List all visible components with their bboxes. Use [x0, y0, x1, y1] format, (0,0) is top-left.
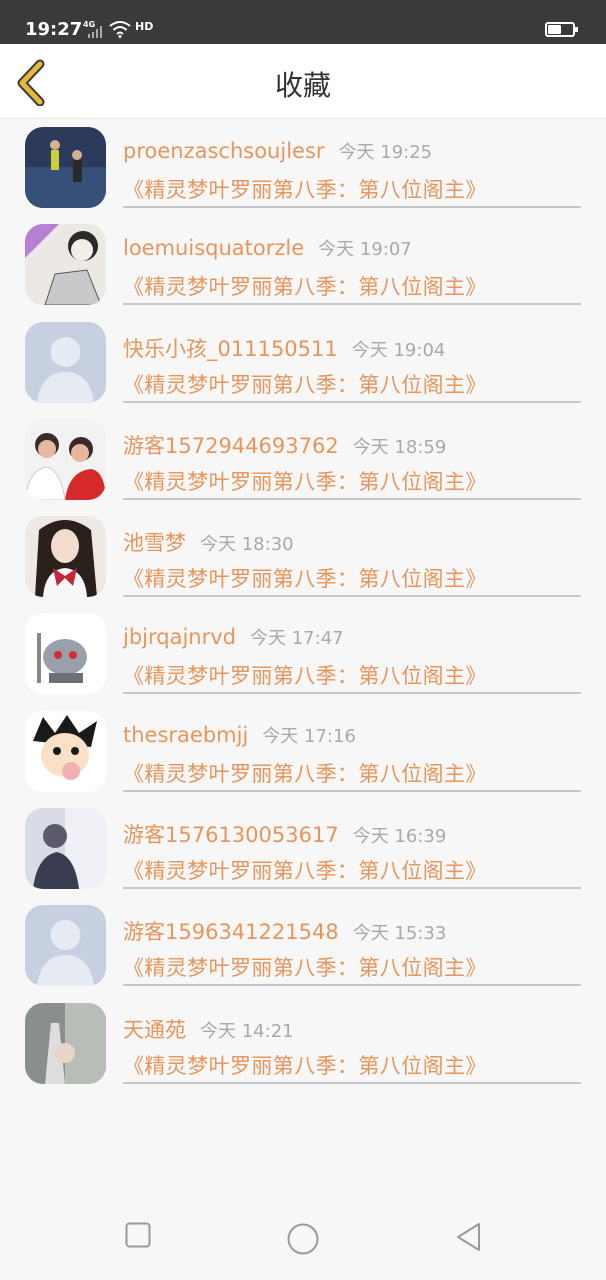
divider: [123, 206, 581, 208]
book-title[interactable]: 《精灵梦叶罗丽第八季：第八位阁主》: [123, 466, 487, 496]
timestamp: 今天 17:16: [262, 725, 356, 747]
timestamp: 今天 18:59: [352, 436, 447, 458]
user-name: loemuisquatorzle 今天 19:07: [123, 236, 412, 261]
photo-avatar-icon: [25, 127, 106, 208]
list-item[interactable]: 游客1576130053617 今天 16:39 《精灵梦叶罗丽第八季：第八位阁主…: [0, 799, 606, 896]
signal-icon: [88, 26, 102, 38]
timestamp: 今天 16:39: [352, 826, 447, 848]
list-item[interactable]: proenzaschsoujlesr 今天 19:25 《精灵梦叶罗丽第八季：第八…: [0, 118, 606, 215]
list-item[interactable]: 游客1572944693762 今天 18:59 《精灵梦叶罗丽第八季：第八位阁主…: [0, 410, 606, 507]
user-name: 天通苑 今天 14:21: [123, 1017, 294, 1042]
favorites-list: proenzaschsoujlesr 今天 19:25 《精灵梦叶罗丽第八季：第八…: [0, 118, 606, 1091]
recent-apps-icon[interactable]: [125, 1222, 151, 1248]
divider: [123, 303, 581, 306]
photo-avatar-icon: [25, 1002, 106, 1084]
drawing-avatar-icon: [25, 224, 106, 306]
avatar[interactable]: [25, 321, 106, 403]
divider: [123, 400, 581, 403]
list-item[interactable]: 快乐小孩_011150511 今天 19:04 《精灵梦叶罗丽第八季：第八位阁主》: [0, 313, 606, 410]
avatar[interactable]: [25, 808, 106, 890]
list-item[interactable]: 池雪梦 今天 18:30 《精灵梦叶罗丽第八季：第八位阁主》: [0, 507, 606, 604]
photo-avatar-icon: [25, 808, 106, 890]
user-name: 游客1576130053617 今天 16:39: [123, 823, 447, 848]
default-avatar-icon: [25, 905, 106, 987]
default-avatar-icon: [25, 321, 106, 403]
timestamp: 今天 19:04: [351, 339, 446, 361]
top-bar: 收藏: [0, 44, 606, 119]
avatar[interactable]: [25, 516, 106, 598]
timestamp: 今天 15:33: [352, 923, 447, 945]
divider: [123, 497, 581, 500]
back-nav-icon[interactable]: [455, 1222, 483, 1252]
book-title[interactable]: 《精灵梦叶罗丽第八季：第八位阁主》: [123, 660, 487, 690]
avatar[interactable]: [25, 905, 106, 987]
book-title[interactable]: 《精灵梦叶罗丽第八季：第八位阁主》: [123, 758, 487, 788]
book-title[interactable]: 《精灵梦叶罗丽第八季：第八位阁主》: [123, 855, 487, 885]
user-name: 游客1572944693762 今天 18:59: [123, 433, 447, 458]
user-name: 快乐小孩_011150511 今天 19:04: [123, 336, 446, 361]
user-name: 池雪梦 今天 18:30: [123, 531, 294, 556]
avatar[interactable]: [25, 224, 106, 306]
user-name: 游客1596341221548 今天 15:33: [123, 920, 447, 945]
list-item[interactable]: jbjrqajnrvd 今天 17:47 《精灵梦叶罗丽第八季：第八位阁主》: [0, 604, 606, 701]
photo-avatar-icon: [25, 418, 106, 500]
user-name: thesraebmjj 今天 17:16: [123, 722, 356, 747]
book-title[interactable]: 《精灵梦叶罗丽第八季：第八位阁主》: [123, 369, 487, 399]
divider: [123, 887, 581, 890]
status-time: 19:27: [25, 19, 83, 40]
robot-avatar-icon: [25, 613, 106, 695]
photo-avatar-icon: [25, 516, 106, 598]
home-icon[interactable]: [287, 1223, 319, 1255]
list-item[interactable]: thesraebmjj 今天 17:16 《精灵梦叶罗丽第八季：第八位阁主》: [0, 702, 606, 799]
status-bar: 19:27 4G HD: [0, 0, 606, 44]
avatar[interactable]: [25, 613, 106, 695]
hd-icon: HD: [135, 20, 154, 33]
avatar[interactable]: [25, 127, 106, 208]
cartoon-avatar-icon: [25, 710, 106, 792]
divider: [123, 1081, 581, 1084]
list-item[interactable]: loemuisquatorzle 今天 19:07 《精灵梦叶罗丽第八季：第八位阁…: [0, 215, 606, 312]
timestamp: 今天 14:21: [200, 1020, 294, 1042]
timestamp: 今天 19:25: [338, 142, 433, 163]
book-title[interactable]: 《精灵梦叶罗丽第八季：第八位阁主》: [123, 952, 487, 982]
timestamp: 今天 19:07: [318, 239, 412, 261]
timestamp: 今天 17:47: [250, 628, 344, 650]
avatar[interactable]: [25, 418, 106, 500]
divider: [123, 789, 581, 792]
divider: [123, 692, 581, 695]
book-title[interactable]: 《精灵梦叶罗丽第八季：第八位阁主》: [123, 271, 487, 301]
user-name: proenzaschsoujlesr 今天 19:25: [123, 139, 433, 163]
battery-icon: [545, 22, 578, 37]
book-title[interactable]: 《精灵梦叶罗丽第八季：第八位阁主》: [123, 563, 487, 593]
list-item[interactable]: 天通苑 今天 14:21 《精灵梦叶罗丽第八季：第八位阁主》: [0, 994, 606, 1091]
page-title: 收藏: [274, 69, 331, 102]
timestamp: 今天 18:30: [200, 534, 294, 556]
list-item[interactable]: 游客1596341221548 今天 15:33 《精灵梦叶罗丽第八季：第八位阁主…: [0, 896, 606, 993]
avatar[interactable]: [25, 1002, 106, 1084]
system-nav-bar: [0, 1200, 606, 1280]
divider: [123, 595, 581, 598]
avatar[interactable]: [25, 710, 106, 792]
book-title[interactable]: 《精灵梦叶罗丽第八季：第八位阁主》: [123, 174, 487, 204]
divider: [123, 984, 581, 987]
book-title[interactable]: 《精灵梦叶罗丽第八季：第八位阁主》: [123, 1050, 487, 1080]
wifi-icon: [109, 21, 131, 38]
user-name: jbjrqajnrvd 今天 17:47: [123, 625, 344, 650]
